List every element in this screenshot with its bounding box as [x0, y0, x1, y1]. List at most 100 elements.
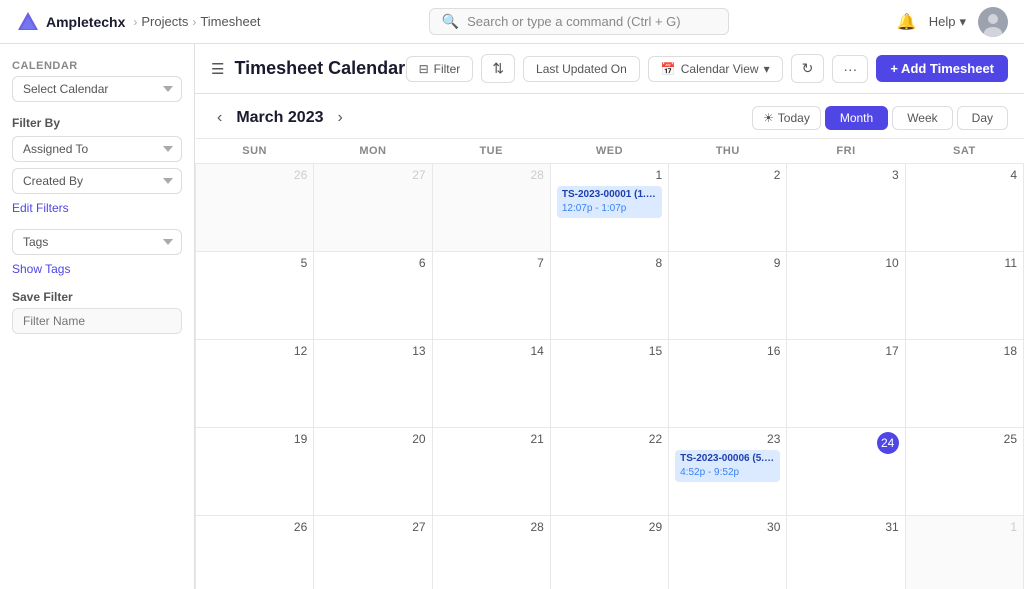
hamburger-icon[interactable]: ☰ [211, 60, 224, 78]
calendar-event[interactable]: TS-2023-00001 (1.0...12:07p - 1:07p [557, 186, 662, 218]
calendar-prev-button[interactable]: ‹ [211, 107, 228, 129]
avatar[interactable] [978, 7, 1008, 37]
calendar-icon: 📅 [661, 62, 676, 76]
notifications-button[interactable]: 🔔 [897, 12, 917, 32]
calendar-section: Calendar Select Calendar [12, 60, 182, 102]
week-view-button[interactable]: Week [892, 106, 952, 130]
filter-name-input[interactable] [12, 308, 182, 334]
calendar-cell: 7 [432, 252, 550, 340]
calendar-day-number: 4 [912, 168, 1017, 182]
breadcrumb-projects[interactable]: Projects [141, 14, 188, 29]
search-box[interactable]: 🔍 Search or type a command (Ctrl + G) [429, 8, 729, 35]
breadcrumb-timesheet[interactable]: Timesheet [200, 14, 260, 29]
calendar-week-row: 2627282930311 [196, 516, 1024, 589]
search-container: 🔍 Search or type a command (Ctrl + G) [269, 8, 889, 35]
event-title: TS-2023-00001 (1.0... [562, 188, 657, 202]
page-title: Timesheet Calendar [234, 58, 405, 79]
tags-select[interactable]: Tags [12, 229, 182, 255]
calendar-day-number: 20 [320, 432, 425, 446]
calendar-cell: 4 [905, 164, 1023, 252]
calendar-day-number: 26 [202, 520, 307, 534]
calendar-day-header: THU [669, 139, 787, 164]
created-by-select[interactable]: Created By [12, 168, 182, 194]
calendar-day-number: 25 [912, 432, 1017, 446]
calendar-day-number: 3 [793, 168, 898, 182]
calendar-select[interactable]: Select Calendar [12, 76, 182, 102]
calendar-day-number: 28 [439, 520, 544, 534]
calendar-day-header: MON [314, 139, 432, 164]
calendar-cell: 23 TS-2023-00006 (5.0...4:52p - 9:52p [669, 428, 787, 516]
more-options-button[interactable]: ··· [832, 55, 868, 83]
add-timesheet-button[interactable]: + Add Timesheet [876, 55, 1008, 82]
calendar-day-number: 15 [557, 344, 662, 358]
calendar-day-number: 22 [557, 432, 662, 446]
logo-text: Ampletechx [46, 14, 125, 30]
day-view-button[interactable]: Day [957, 106, 1008, 130]
calendar-day-number: 27 [320, 168, 425, 182]
logo[interactable]: Ampletechx [16, 10, 125, 34]
last-updated-button[interactable]: Last Updated On [523, 56, 640, 82]
calendar-day-number: 1 [557, 168, 662, 182]
breadcrumb: › Projects › Timesheet [133, 14, 260, 29]
ellipsis-icon: ··· [843, 61, 857, 77]
calendar-day-header: TUE [432, 139, 550, 164]
calendar-day-number: 23 [675, 432, 780, 446]
page-layout: Calendar Select Calendar Filter By Assig… [0, 44, 1024, 589]
filter-icon: ⊟ [419, 62, 429, 76]
month-view-button[interactable]: Month [825, 106, 888, 130]
filter-button[interactable]: ⊟ Filter [406, 56, 474, 82]
calendar-day-number: 14 [439, 344, 544, 358]
calendar-day-header: FRI [787, 139, 905, 164]
calendar-cell: 26 [196, 164, 314, 252]
header-bar: ☰ Timesheet Calendar ⊟ Filter ⇅ Last Upd… [195, 44, 1024, 94]
filter-by-section: Filter By Assigned To Created By Edit Fi… [12, 116, 182, 215]
calendar-day-number: 8 [557, 256, 662, 270]
calendar-cell: 15 [550, 340, 668, 428]
logo-icon [16, 10, 40, 34]
chevron-icon: ▾ [764, 62, 770, 76]
assigned-to-select[interactable]: Assigned To [12, 136, 182, 162]
calendar-day-number: 1 [912, 520, 1017, 534]
refresh-button[interactable]: ↻ [791, 54, 825, 83]
sidebar: Calendar Select Calendar Filter By Assig… [0, 44, 195, 589]
calendar-week-row: 19 20 21 22 23 TS-2023-00006 (5.0...4:52p - 9… [196, 428, 1024, 516]
calendar-cell: 12 [196, 340, 314, 428]
calendar-body: 2627281TS-2023-00001 (1.0...12:07p - 1:0… [196, 164, 1024, 589]
calendar-event[interactable]: TS-2023-00006 (5.0...4:52p - 9:52p [675, 450, 780, 482]
calendar-cell: 10 [787, 252, 905, 340]
sort-icon: ⇅ [492, 60, 504, 76]
calendar-cell: 26 [196, 516, 314, 589]
calendar-grid: SUNMONTUEWEDTHUFRISAT 2627281TS-2023-000… [195, 138, 1024, 589]
calendar-day-header: WED [550, 139, 668, 164]
calendar-day-number: 21 [439, 432, 544, 446]
calendar-cell: 8 [550, 252, 668, 340]
calendar-cell: 3 [787, 164, 905, 252]
calendar-cell: 2 [669, 164, 787, 252]
calendar-day-header: SUN [196, 139, 314, 164]
search-placeholder: Search or type a command (Ctrl + G) [467, 14, 681, 29]
calendar-cell: 13 [314, 340, 432, 428]
calendar-day-number: 2 [675, 168, 780, 182]
calendar-view-button[interactable]: 📅 Calendar View ▾ [648, 56, 783, 82]
sort-button[interactable]: ⇅ [481, 54, 515, 83]
show-tags-link[interactable]: Show Tags [12, 262, 70, 276]
calendar-day-number: 17 [793, 344, 898, 358]
edit-filters-link[interactable]: Edit Filters [12, 201, 69, 215]
calendar-day-number: 29 [557, 520, 662, 534]
calendar-day-number: 30 [675, 520, 780, 534]
today-button[interactable]: ☀ Today [752, 106, 821, 130]
calendar-day-number: 18 [912, 344, 1017, 358]
calendar-week-row: 12 13 14 15 16 17 18 [196, 340, 1024, 428]
calendar-day-number: 13 [320, 344, 425, 358]
calendar-day-header: SAT [905, 139, 1023, 164]
calendar-cell: 17 [787, 340, 905, 428]
calendar-cell: 1 [905, 516, 1023, 589]
calendar-day-number: 7 [439, 256, 544, 270]
help-button[interactable]: Help ▾ [929, 14, 966, 30]
calendar-day-number: 16 [675, 344, 780, 358]
calendar-next-button[interactable]: › [332, 107, 349, 129]
event-time: 12:07p - 1:07p [562, 202, 657, 216]
calendar-cell: 19 [196, 428, 314, 516]
calendar-cell: 20 [314, 428, 432, 516]
calendar-cell: 22 [550, 428, 668, 516]
